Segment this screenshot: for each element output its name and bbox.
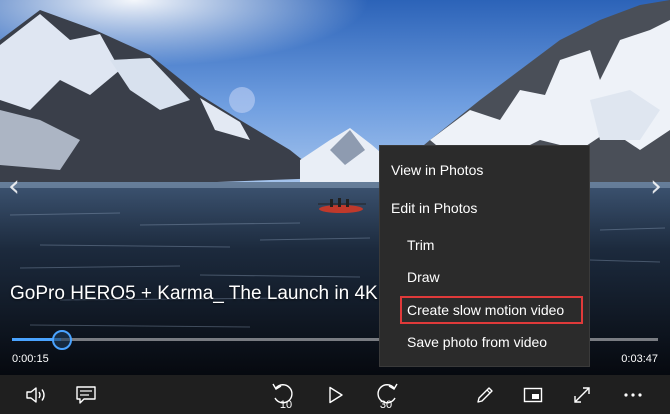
menu-item-edit-in-photos[interactable]: Edit in Photos [380,193,600,223]
play-icon [329,386,343,403]
skip-forward-button[interactable]: 30 [368,375,404,414]
skip-forward-icon: 30 [377,383,398,410]
skip-back-seconds: 10 [280,399,292,410]
skip-forward-seconds: 30 [380,399,392,410]
draw-button[interactable] [470,375,500,414]
next-arrow-icon[interactable]: › [646,172,666,202]
fullscreen-icon [574,386,590,403]
volume-icon [26,386,45,403]
volume-button[interactable] [20,375,52,414]
seek-bar-thumb[interactable] [52,330,73,350]
mini-view-icon [523,387,543,402]
skip-back-icon: 10 [272,383,293,410]
mini-view-button[interactable] [518,375,548,414]
subtitles-icon [76,385,96,404]
elapsed-time: 0:00:15 [12,353,49,365]
video-title: GoPro HERO5 + Karma_ The Launch in 4K [10,283,378,304]
menu-item-draw[interactable]: Draw [380,262,616,292]
pen-icon [477,386,493,403]
menu-item-trim[interactable]: Trim [380,230,616,260]
more-button[interactable] [618,375,648,414]
more-icon [624,392,642,397]
menu-item-view-in-photos[interactable]: View in Photos [380,155,600,185]
subtitles-button[interactable] [70,375,102,414]
controls-bar: 10 30 [0,375,670,414]
video-player[interactable]: ‹ › GoPro HERO5 + Karma_ The Launch in 4… [0,0,670,414]
total-time: 0:03:47 [621,353,658,365]
menu-item-save-photo-from-video[interactable]: Save photo from video [380,327,616,357]
previous-arrow-icon[interactable]: ‹ [4,172,24,202]
context-menu: View in Photos Edit in Photos Trim Draw … [379,145,590,367]
play-button[interactable] [322,375,350,414]
fullscreen-button[interactable] [567,375,597,414]
highlight-box [400,296,583,324]
skip-back-button[interactable]: 10 [266,375,302,414]
